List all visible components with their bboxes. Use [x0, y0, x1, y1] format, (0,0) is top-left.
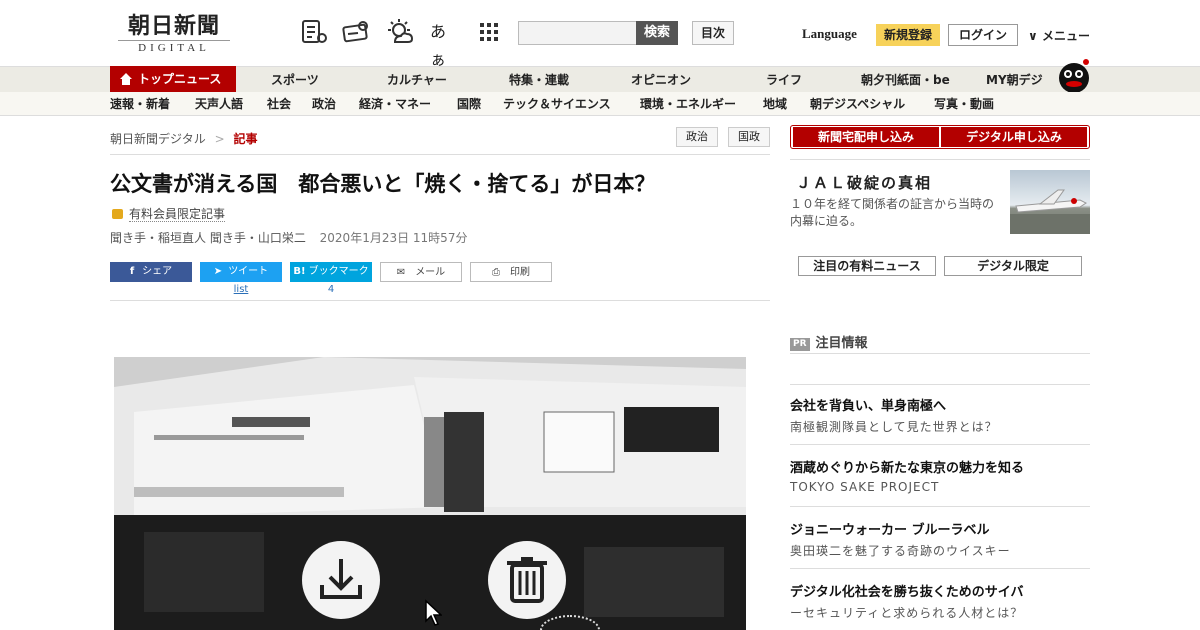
pr-heading: PR 注目情報	[790, 332, 868, 352]
share-facebook-label: シェア	[142, 266, 173, 277]
share-twitter-label: ツイート	[228, 266, 269, 277]
pr-item-sub[interactable]: 南極観測隊員として見た世界とは？	[790, 418, 998, 435]
breadcrumb-root[interactable]: 朝日新聞デジタル	[110, 132, 206, 146]
tag-politics[interactable]: 政治	[676, 127, 718, 147]
hatena-icon: B!	[293, 266, 306, 277]
subscribe-paper-button[interactable]: 新聞宅配申し込み	[793, 127, 939, 147]
divider	[110, 154, 770, 155]
mail-icon: ✉	[396, 267, 406, 278]
logo-main-text: 朝日新聞	[127, 13, 220, 39]
publish-date: 2020年1月23日 11時57分	[319, 231, 468, 245]
share-mail-button[interactable]: ✉ メール	[380, 262, 462, 282]
article-title: 公文書が消える国 都合悪いと「焼く・捨てる」が日本？	[110, 172, 656, 196]
nav2-region[interactable]: 地域	[763, 92, 787, 116]
feature-description: １０年を経て関係者の証言から当時の内幕に迫る。	[790, 197, 995, 228]
chevron-down-icon: ∨	[1028, 29, 1038, 43]
nav-top-news[interactable]: トップニュース	[110, 66, 236, 92]
pr-item-title[interactable]: ジョニーウォーカー ブルーラベル	[790, 519, 990, 538]
nav-culture[interactable]: カルチャー	[387, 67, 447, 93]
nav2-breaking[interactable]: 速報・新着	[110, 92, 170, 116]
toc-button[interactable]: 目次	[692, 21, 734, 45]
nav2-special[interactable]: 朝デジスペシャル	[810, 92, 905, 116]
nav2-tensei[interactable]: 天声人語	[195, 92, 243, 116]
pr-heading-text: 注目情報	[815, 336, 868, 351]
twitter-list-link[interactable]: list	[200, 284, 282, 295]
print-label: 印刷	[510, 267, 530, 278]
divider	[790, 159, 1090, 160]
print-icon: ⎙	[492, 267, 500, 278]
nav2-economy[interactable]: 経済・マネー	[359, 92, 431, 116]
divider	[110, 300, 770, 301]
logo-sub-text: DIGITAL	[118, 40, 230, 54]
divider	[790, 384, 1090, 385]
nav2-international[interactable]: 国際	[457, 92, 481, 116]
pr-item-title[interactable]: デジタル化社会を勝ち抜くためのサイバ	[790, 581, 1023, 600]
pr-item-sub[interactable]: TOKYO SAKE PROJECT	[790, 480, 939, 494]
nav2-society[interactable]: 社会	[267, 92, 291, 116]
nav-paper[interactable]: 朝夕刊紙面・be	[861, 67, 950, 93]
nav2-politics[interactable]: 政治	[312, 92, 336, 116]
download-icon[interactable]	[302, 541, 380, 619]
pr-item-sub[interactable]: ーセキュリティと求められる人材とは？	[790, 604, 1023, 621]
article-photo	[114, 357, 746, 630]
newspaper-icon[interactable]	[300, 18, 328, 46]
hatena-count[interactable]: 4	[290, 284, 372, 295]
cursor-icon	[424, 599, 443, 630]
nav2-environment[interactable]: 環境・エネルギー	[640, 92, 736, 116]
premium-label[interactable]: 有料会員限定記事	[112, 205, 226, 222]
nav-sports[interactable]: スポーツ	[271, 67, 319, 93]
nav2-tech[interactable]: テック＆サイエンス	[503, 92, 611, 116]
divider	[790, 444, 1090, 445]
share-hatena-button[interactable]: B! ブックマーク	[290, 262, 372, 282]
share-facebook-button[interactable]: f シェア	[110, 262, 192, 282]
premium-text: 有料会員限定記事	[129, 207, 226, 222]
font-size-icon[interactable]: あぁ	[430, 18, 458, 69]
share-hatena-label: ブックマーク	[308, 266, 369, 277]
pr-item-sub[interactable]: 奥田瑛二を魅了する奇跡のウイスキー	[790, 542, 1011, 559]
feature-thumbnail[interactable]	[1010, 170, 1090, 234]
search-input[interactable]	[518, 21, 638, 45]
breadcrumb-separator: >	[214, 132, 225, 146]
facebook-icon: f	[129, 266, 135, 277]
digital-ticket-icon[interactable]	[342, 18, 370, 46]
tag-national[interactable]: 国政	[728, 127, 770, 147]
mascot-icon	[1056, 56, 1092, 94]
divider	[790, 353, 1090, 354]
pr-badge: PR	[790, 338, 810, 351]
nav-top-news-label: トップニュース	[138, 72, 222, 86]
secondary-nav: 速報・新着 天声人語 社会 政治 経済・マネー 国際 テック＆サイエンス 環境・…	[0, 92, 1200, 116]
tab-digital-only[interactable]: デジタル限定	[944, 256, 1082, 276]
feature-title[interactable]: ＪＡＬ破綻の真相	[796, 172, 932, 193]
breadcrumb: 朝日新聞デジタル > 記事	[110, 130, 258, 147]
nav-life[interactable]: ライフ	[766, 67, 802, 93]
search-button[interactable]: 検索	[636, 21, 678, 45]
site-logo[interactable]: 朝日新聞 DIGITAL	[118, 14, 230, 54]
menu-label: メニュー	[1041, 29, 1090, 43]
nav-opinion[interactable]: オピニオン	[631, 67, 691, 93]
twitter-icon: ➤	[213, 266, 223, 277]
nav-features[interactable]: 特集・連載	[509, 67, 569, 93]
trash-icon[interactable]	[488, 541, 566, 619]
login-button[interactable]: ログイン	[948, 24, 1018, 46]
tab-premium-news[interactable]: 注目の有料ニュース	[798, 256, 936, 276]
nav2-photo[interactable]: 写真・動画	[934, 92, 994, 116]
share-twitter-button[interactable]: ➤ ツイート	[200, 262, 282, 282]
subscribe-digital-button[interactable]: デジタル申し込み	[941, 127, 1087, 147]
divider	[790, 568, 1090, 569]
print-button[interactable]: ⎙ 印刷	[470, 262, 552, 282]
breadcrumb-current: 記事	[233, 132, 258, 146]
weather-icon[interactable]	[386, 18, 414, 46]
pr-item-title[interactable]: 酒蔵めぐりから新たな東京の魅力を知る	[790, 457, 1024, 476]
byline: 聞き手・稲垣直人 聞き手・山口栄二 2020年1月23日 11時57分	[110, 229, 467, 246]
author-names: 聞き手・稲垣直人 聞き手・山口栄二	[110, 231, 306, 245]
language-link[interactable]: Language	[802, 26, 857, 42]
grid-menu-icon[interactable]	[476, 18, 504, 46]
menu-button[interactable]: ∨ メニュー	[1028, 27, 1090, 44]
divider	[790, 506, 1090, 507]
pr-item-title[interactable]: 会社を背負い、単身南極へ	[790, 395, 946, 414]
lock-icon	[112, 209, 123, 219]
nav-my-asadigi[interactable]: MY朝デジ	[986, 67, 1043, 93]
register-button[interactable]: 新規登録	[876, 24, 940, 46]
share-mail-label: メール	[415, 267, 446, 278]
